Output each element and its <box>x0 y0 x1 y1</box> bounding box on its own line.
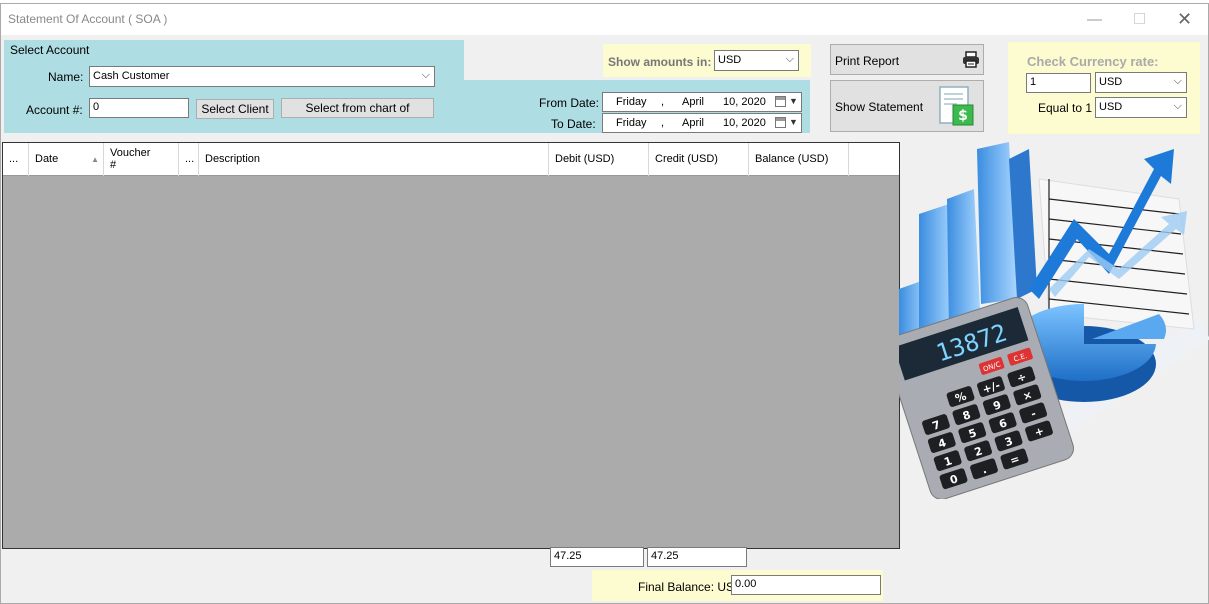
maximize-button[interactable]: ☐ <box>1117 4 1162 35</box>
final-balance-field: 0.00 <box>731 575 881 595</box>
chevron-down-icon: ⌵ <box>421 69 430 81</box>
dropdown-arrow-icon[interactable]: ▼ <box>789 117 798 127</box>
account-number-label: Account #: <box>26 103 83 117</box>
calendar-icon[interactable] <box>775 117 786 128</box>
equal-to-label: Equal to 1 <box>1038 101 1093 115</box>
date-range-panel: From Date: Friday , April 10, 2020 ▼ To … <box>464 80 810 133</box>
title-bar: Statement Of Account ( SOA ) — ☐ ✕ <box>1 4 1208 35</box>
col-balance-header[interactable]: Balance (USD) <box>749 143 849 176</box>
from-date-label: From Date: <box>539 96 600 110</box>
select-chart-button[interactable]: Select from chart of <box>281 98 434 118</box>
col-credit-header[interactable]: Credit (USD) <box>649 143 749 176</box>
currency-rate-title: Check Currency rate: <box>1027 54 1159 69</box>
window-title: Statement Of Account ( SOA ) <box>8 12 168 26</box>
select-client-button[interactable]: Select Client <box>196 99 274 119</box>
dropdown-arrow-icon[interactable]: ▼ <box>789 96 798 106</box>
from-sep: , <box>661 96 665 108</box>
col-voucher-label: Voucher <box>110 147 151 159</box>
show-amounts-value: USD <box>718 54 742 66</box>
calendar-icon[interactable] <box>775 96 786 107</box>
col-voucher-header[interactable]: Voucher # <box>104 143 179 176</box>
chevron-down-icon: ⌵ <box>1173 75 1182 87</box>
col-select-header[interactable]: ... <box>3 143 29 176</box>
account-number-input[interactable]: 0 <box>89 98 189 118</box>
from-month: April <box>682 96 705 108</box>
close-button[interactable]: ✕ <box>1162 4 1207 35</box>
rate-amount-input[interactable]: 1 <box>1026 73 1091 93</box>
col-date-label: Date <box>35 153 59 165</box>
rate-from-currency-select[interactable]: USD ⌵ <box>1095 72 1187 93</box>
grid-header: ... Date ▲ Voucher # ... Description Deb… <box>3 143 899 176</box>
select-account-label: Select Account <box>10 43 90 57</box>
chevron-down-icon: ⌵ <box>1173 100 1182 112</box>
printer-icon <box>963 51 979 68</box>
rate-from-currency-value: USD <box>1099 76 1123 88</box>
statement-grid[interactable]: ... Date ▲ Voucher # ... Description Deb… <box>2 142 900 549</box>
show-amounts-panel: Show amounts in: USD ⌵ <box>603 44 811 77</box>
col-debit-header[interactable]: Debit (USD) <box>549 143 649 176</box>
name-label: Name: <box>48 70 84 84</box>
final-balance-label: Final Balance: USD <box>638 580 743 594</box>
from-date-picker[interactable]: Friday , April 10, 2020 ▼ <box>602 92 802 112</box>
currency-rate-panel: Check Currency rate: 1 USD ⌵ Equal to 1 … <box>1008 42 1200 134</box>
show-statement-button[interactable]: Show Statement $ <box>830 80 984 132</box>
to-sep: , <box>661 117 665 129</box>
svg-text:$: $ <box>958 108 968 124</box>
finance-illustration: 13872 ON/C C.E. %+/-÷789×456-123+0.= <box>899 142 1209 499</box>
debit-total-field: 47.25 <box>550 547 644 567</box>
minimize-button[interactable]: — <box>1072 4 1117 35</box>
show-statement-label: Show Statement <box>835 100 924 114</box>
sort-ascending-icon: ▲ <box>91 155 99 164</box>
to-date: 10, 2020 <box>723 117 766 129</box>
print-report-label: Print Report <box>835 54 900 68</box>
col-voucher-label-2: # <box>110 159 117 171</box>
to-month: April <box>682 117 705 129</box>
show-amounts-select[interactable]: USD ⌵ <box>714 50 799 71</box>
from-day: Friday <box>616 96 647 108</box>
soa-window: Statement Of Account ( SOA ) — ☐ ✕ Selec… <box>0 3 1209 604</box>
col-date-header[interactable]: Date ▲ <box>29 143 104 176</box>
select-account-panel: Select Account Name: Cash Customer ⌵ Acc… <box>4 40 464 133</box>
show-amounts-label: Show amounts in: <box>608 55 712 69</box>
to-date-label: To Date: <box>551 117 596 131</box>
to-day: Friday <box>616 117 647 129</box>
col-description-header[interactable]: Description <box>199 143 549 176</box>
statement-document-icon: $ <box>939 86 974 126</box>
credit-total-field: 47.25 <box>647 547 747 567</box>
rate-to-currency-value: USD <box>1099 101 1123 113</box>
rate-to-currency-select[interactable]: USD ⌵ <box>1095 97 1187 118</box>
chevron-down-icon: ⌵ <box>785 53 794 65</box>
from-date: 10, 2020 <box>723 96 766 108</box>
final-balance-panel: Final Balance: USD 0.00 <box>592 570 883 601</box>
name-value: Cash Customer <box>93 70 170 82</box>
to-date-picker[interactable]: Friday , April 10, 2020 ▼ <box>602 113 802 133</box>
col-extra-header[interactable]: ... <box>179 143 199 176</box>
name-select[interactable]: Cash Customer ⌵ <box>89 66 435 87</box>
print-report-button[interactable]: Print Report <box>830 44 984 75</box>
